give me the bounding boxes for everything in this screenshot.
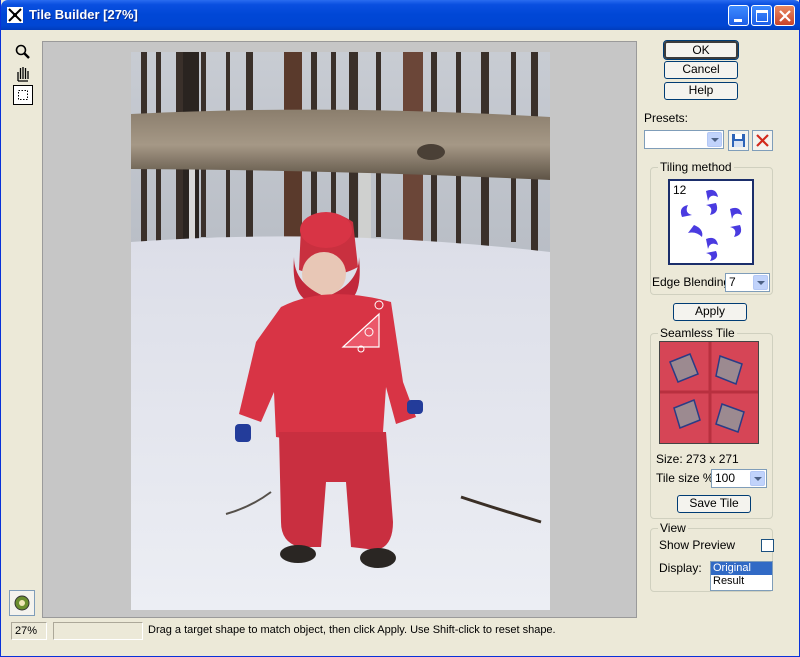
delete-x-icon — [756, 134, 769, 147]
zoom-tool[interactable] — [13, 42, 33, 62]
tile-preview-image — [660, 342, 758, 443]
close-icon — [779, 10, 791, 22]
maximize-icon — [756, 10, 768, 22]
seamless-tile-group: Seamless Tile Size: 273 x 271 Tile size … — [650, 326, 773, 519]
zoom-level: 27% — [11, 622, 47, 640]
tile-size-dropdown[interactable]: 100 — [711, 469, 767, 488]
chevron-down-icon — [707, 132, 722, 147]
view-title: View — [658, 521, 688, 535]
show-preview-checkbox[interactable] — [761, 539, 774, 552]
hand-tool[interactable] — [13, 64, 33, 84]
minimize-icon — [734, 19, 742, 22]
help-button[interactable]: Help — [664, 82, 738, 100]
status-bar: 27% Drag a target shape to match object,… — [9, 622, 637, 641]
title-bar[interactable]: Tile Builder [27%] — [1, 0, 800, 30]
tiling-method-number: 12 — [673, 183, 687, 197]
presets-label: Presets: — [644, 111, 689, 125]
chevron-down-icon — [750, 471, 765, 486]
delete-preset-button[interactable] — [752, 130, 773, 151]
edge-blending-value: 7 — [729, 275, 736, 289]
display-option-original[interactable]: Original — [711, 562, 772, 575]
tile-size-value: 100 — [715, 471, 736, 485]
save-tile-button[interactable]: Save Tile — [677, 495, 751, 513]
apply-button[interactable]: Apply — [673, 303, 747, 321]
display-option-result[interactable]: Result — [711, 575, 772, 588]
edge-blending-label: Edge Blending — [652, 275, 731, 289]
chevron-down-icon — [753, 275, 768, 290]
app-icon — [7, 7, 23, 23]
zoom-icon — [15, 44, 30, 59]
source-photo[interactable] — [131, 52, 550, 610]
seamless-tile-title: Seamless Tile — [658, 326, 737, 340]
minimize-button[interactable] — [728, 5, 749, 26]
tiling-method-preview[interactable]: 12 — [668, 179, 754, 265]
tile-size-label: Tile size %: — [656, 471, 717, 485]
close-button[interactable] — [774, 5, 795, 26]
progress-cell — [53, 622, 143, 640]
tile-size-text: Size: 273 x 271 — [656, 452, 739, 466]
seamless-tile-preview — [659, 341, 759, 444]
image-canvas[interactable] — [42, 41, 637, 618]
display-label: Display: — [659, 561, 702, 575]
window-title: Tile Builder [27%] — [29, 7, 138, 22]
marquee-tool[interactable] — [13, 85, 33, 105]
floppy-save-icon — [732, 134, 745, 147]
marquee-select-icon — [18, 90, 28, 100]
hand-icon — [17, 67, 29, 82]
tile-builder-window: Tile Builder [27%] 27% Drag a target sha… — [0, 0, 800, 657]
status-message: Drag a target shape to match object, the… — [148, 624, 556, 636]
tiling-method-title: Tiling method — [658, 160, 734, 174]
ok-button[interactable]: OK — [663, 40, 739, 60]
display-listbox[interactable]: Original Result — [710, 561, 773, 591]
presets-dropdown[interactable] — [644, 130, 724, 149]
save-preset-button[interactable] — [728, 130, 749, 151]
maximize-button[interactable] — [751, 5, 772, 26]
edge-blending-dropdown[interactable]: 7 — [725, 273, 770, 292]
view-group: View Show Preview Display: Original Resu… — [650, 521, 774, 592]
cancel-button[interactable]: Cancel — [664, 61, 738, 79]
preferences-button[interactable] — [9, 590, 35, 616]
tiling-method-group: Tiling method 12 Edge Blending 7 — [650, 160, 773, 295]
gear-icon — [14, 595, 30, 611]
show-preview-label: Show Preview — [659, 538, 736, 552]
